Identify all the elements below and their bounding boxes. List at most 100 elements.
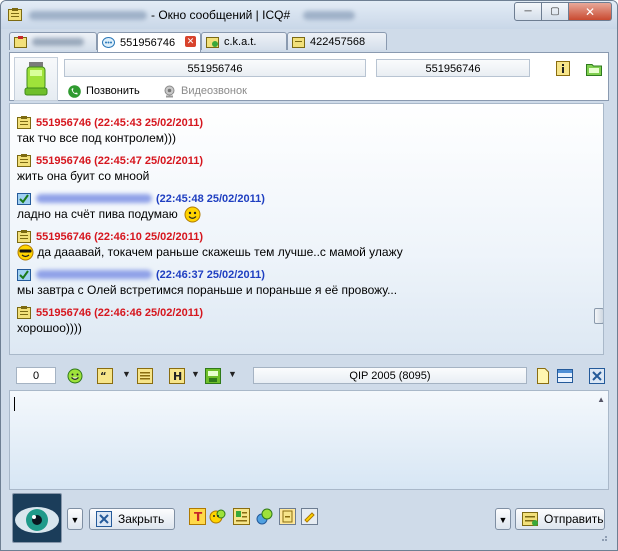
chat-scrollbar[interactable] — [592, 106, 603, 354]
qip-logo-icon — [24, 62, 48, 96]
templates-icon[interactable] — [137, 368, 153, 384]
message-item: 551956746 (22:46:46 25/02/2011) хорошоо)… — [17, 305, 587, 337]
contact-card-icon — [17, 230, 31, 243]
message-text: хорошоо)))) — [17, 321, 82, 335]
message-window: - Окно сообщений | ICQ# ─ ▢ ✕ 551956746 … — [0, 0, 618, 551]
eye-avatar-icon — [13, 494, 61, 542]
message-text: так тчо все под контролем))) — [17, 131, 177, 145]
smiley-menu-icon[interactable] — [67, 368, 83, 384]
text-cursor — [14, 397, 15, 411]
chat-log[interactable]: 551956746 (22:45:43 25/02/2011) так тчо … — [9, 103, 604, 355]
message-item: (22:46:37 25/02/2011) мы завтра с Олей в… — [17, 267, 587, 299]
maximize-button[interactable]: ▢ — [542, 2, 569, 21]
emoticons-icon[interactable] — [209, 508, 226, 525]
message-input[interactable]: ▲ — [9, 390, 609, 490]
close-button[interactable]: Закрыть — [89, 508, 175, 530]
message-sender: 551956746 — [36, 154, 92, 167]
tab-label: 551956746 — [120, 36, 176, 49]
close-chat-icon[interactable] — [589, 368, 605, 384]
send-file-icon[interactable] — [205, 368, 221, 384]
verified-contact-icon — [17, 269, 31, 281]
message-time: (22:46:37 25/02/2011) — [156, 268, 265, 281]
spell-check-icon[interactable] — [301, 508, 318, 525]
message-sender: 551956746 — [36, 306, 92, 319]
message-time: (22:46:46 25/02/2011) — [94, 306, 203, 319]
verified-contact-icon — [17, 193, 31, 205]
message-item: 551956746 (22:45:43 25/02/2011) так тчо … — [17, 115, 587, 147]
bottom-bar: ▼ Закрыть T ▼ Отправить — [9, 491, 609, 543]
resize-grip-icon[interactable] — [598, 532, 608, 542]
user-avatar[interactable] — [12, 493, 62, 543]
text-format-icon[interactable]: T — [189, 508, 206, 525]
blurred-sender — [36, 270, 152, 279]
send-options-dropdown[interactable]: ▼ — [495, 508, 511, 530]
contact-avatar[interactable] — [14, 57, 58, 101]
blurred-uin — [303, 11, 355, 20]
webcam-icon — [164, 85, 175, 97]
window-title: - Окно сообщений | ICQ# — [151, 8, 291, 22]
svg-text:H: H — [173, 370, 182, 383]
close-window-button[interactable]: ✕ — [569, 2, 612, 21]
message-text: жить она буит со мноой — [17, 169, 150, 183]
chat-bubble-icon — [102, 36, 115, 48]
title-bar[interactable]: - Окно сообщений | ICQ# ─ ▢ ✕ — [1, 1, 617, 29]
quote-dropdown-icon[interactable]: ▼ — [122, 369, 131, 379]
contact-card-icon — [17, 306, 31, 319]
send-file-dropdown-icon[interactable]: ▼ — [228, 369, 237, 379]
contact-card-icon — [206, 36, 219, 48]
note-icon[interactable] — [535, 368, 551, 384]
minimize-button[interactable]: ─ — [514, 2, 542, 21]
send-button-label: Отправить — [544, 512, 604, 526]
contact-details-icon[interactable] — [233, 508, 250, 525]
input-toolbar: 0 “ ▼ H ▼ ▼ QIP 2005 (8095) — [9, 365, 609, 387]
contact-info-icon[interactable] — [556, 61, 570, 76]
phone-icon — [68, 84, 81, 98]
tab-label: c.k.a.t. — [224, 35, 257, 48]
message-sender: 551956746 — [36, 230, 92, 243]
tab-label: 422457568 — [310, 35, 366, 48]
app-icon — [8, 8, 22, 21]
contact-name-field: 551956746 — [64, 59, 366, 77]
tab-551956746[interactable]: 551956746 ✕ — [97, 32, 201, 52]
message-item: 551956746 (22:46:10 25/02/2011) да дааав… — [17, 229, 587, 261]
options-dropdown[interactable]: ▼ — [67, 508, 83, 530]
contact-uin-field: 551956746 — [376, 59, 530, 77]
contact-card-icon — [17, 154, 31, 167]
close-x-icon — [96, 511, 112, 527]
translit-icon[interactable] — [279, 508, 296, 525]
blurred-account — [29, 11, 147, 20]
close-tab-icon[interactable]: ✕ — [185, 36, 196, 47]
message-time: (22:45:47 25/02/2011) — [94, 154, 203, 167]
message-time: (22:46:10 25/02/2011) — [94, 230, 203, 243]
message-text: ладно на счёт пива подумаю — [17, 207, 178, 221]
message-text: да дааавай, токачем раньше скажешь тем л… — [37, 245, 403, 259]
message-time: (22:45:43 25/02/2011) — [94, 116, 203, 129]
video-call-label: Видеозвонок — [181, 85, 247, 97]
client-version: QIP 2005 (8095) — [253, 367, 527, 384]
send-button[interactable]: Отправить — [515, 508, 605, 530]
char-counter: 0 — [16, 367, 56, 384]
tab-ckat[interactable]: c.k.a.t. — [201, 32, 287, 50]
message-item: (22:45:48 25/02/2011) ладно на счёт пива… — [17, 191, 587, 223]
history-icon[interactable]: H — [169, 368, 185, 384]
input-scroll-up-icon[interactable]: ▲ — [597, 395, 605, 404]
blurred-sender — [36, 194, 152, 203]
tab-blurred-contact[interactable] — [9, 32, 97, 50]
history-folder-icon[interactable] — [586, 61, 602, 76]
quote-icon[interactable]: “ — [97, 368, 113, 384]
svg-text:“: “ — [100, 371, 107, 382]
call-button[interactable]: Позвонить — [68, 83, 140, 99]
contact-panel: 551956746 551956746 Позвонить Видеозвоно… — [9, 52, 609, 101]
scrollbar-thumb[interactable] — [594, 308, 603, 324]
message-time: (22:45:48 25/02/2011) — [156, 192, 265, 205]
history-dropdown-icon[interactable]: ▼ — [191, 369, 200, 379]
contact-card-icon — [292, 36, 305, 48]
tab-422457568[interactable]: 422457568 — [287, 32, 387, 50]
tools-icon[interactable] — [256, 508, 273, 525]
message-text: мы завтра с Олей встретимся пораньше и п… — [17, 283, 398, 297]
video-call-button[interactable]: Видеозвонок — [163, 83, 247, 99]
smile-emoticon-icon — [184, 206, 201, 223]
layout-icon[interactable] — [557, 368, 573, 384]
close-button-label: Закрыть — [118, 512, 165, 526]
chat-tabs: 551956746 ✕ c.k.a.t. 422457568 — [9, 32, 609, 52]
